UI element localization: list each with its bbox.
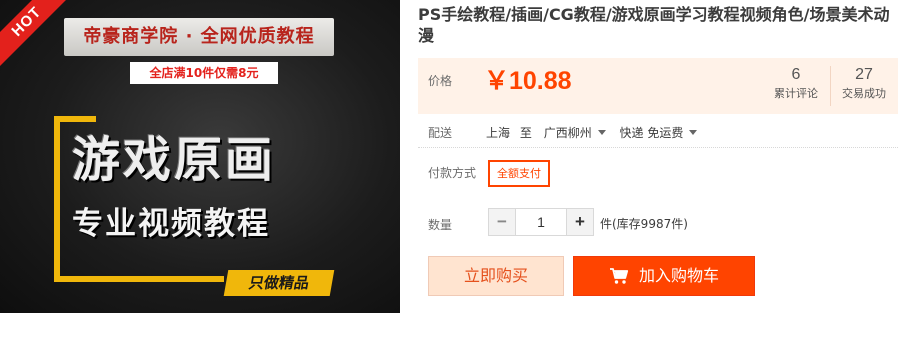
promo-text: 全店满10件仅需8元 bbox=[130, 62, 278, 84]
deal-count-number: 27 bbox=[855, 66, 873, 83]
image-headline: 游戏原画 bbox=[72, 132, 277, 188]
buy-now-button[interactable]: 立即购买 bbox=[428, 256, 564, 296]
add-to-cart-button[interactable]: 加入购物车 bbox=[573, 256, 755, 296]
decrement-button[interactable]: − bbox=[488, 208, 516, 236]
deal-count: 27 交易成功 bbox=[832, 64, 896, 102]
payment-option-full[interactable]: 全额支付 bbox=[488, 160, 550, 187]
ship-to-word: 至 bbox=[519, 126, 532, 140]
quantity-stepper: − + bbox=[488, 208, 594, 236]
ship-from: 上海 bbox=[486, 126, 511, 140]
increment-button[interactable]: + bbox=[566, 208, 594, 236]
deal-count-label: 交易成功 bbox=[842, 87, 886, 100]
chevron-down-icon bbox=[689, 130, 698, 135]
payment-label: 付款方式 bbox=[428, 166, 477, 180]
review-count-number: 6 bbox=[791, 66, 801, 83]
add-to-cart-label: 加入购物车 bbox=[638, 266, 719, 285]
frame-decoration bbox=[54, 116, 96, 122]
chevron-down-icon bbox=[597, 130, 606, 135]
shipping-row: 上海 至 广西柳州 快递 免运费 bbox=[486, 124, 707, 141]
review-count-label: 累计评论 bbox=[774, 87, 818, 100]
shipping-label: 配送 bbox=[428, 126, 453, 140]
review-count[interactable]: 6 累计评论 bbox=[764, 64, 828, 102]
quantity-label: 数量 bbox=[428, 218, 453, 232]
frame-decoration bbox=[54, 116, 60, 282]
slogan-stamp: 只做精品 bbox=[223, 270, 335, 296]
price-value: ￥10.88 bbox=[484, 67, 572, 95]
product-title: PS手绘教程/插画/CG教程/游戏原画学习教程视频角色/场景美术动漫 bbox=[418, 5, 890, 45]
ship-destination-select[interactable]: 广西柳州 bbox=[544, 124, 616, 141]
cart-icon bbox=[609, 268, 629, 284]
stock-text: 件(库存9987件) bbox=[600, 217, 688, 231]
quantity-input[interactable] bbox=[516, 208, 566, 236]
ship-method: 快递 免运费 bbox=[619, 126, 684, 140]
price-panel: 价格 ￥10.88 6 累计评论 27 交易成功 bbox=[418, 58, 898, 114]
product-image[interactable]: HOT 帝豪商学院 · 全网优质教程 全店满10件仅需8元 游戏原画 专业视频教… bbox=[0, 0, 400, 313]
brand-banner: 帝豪商学院 · 全网优质教程 bbox=[64, 18, 334, 56]
ship-destination: 广西柳州 bbox=[543, 126, 592, 140]
frame-decoration bbox=[54, 276, 224, 282]
divider bbox=[418, 147, 898, 148]
divider bbox=[830, 66, 831, 106]
price-label: 价格 bbox=[428, 74, 453, 88]
ship-method-select[interactable]: 快递 免运费 bbox=[620, 124, 708, 141]
image-subheadline: 专业视频教程 bbox=[72, 206, 270, 242]
